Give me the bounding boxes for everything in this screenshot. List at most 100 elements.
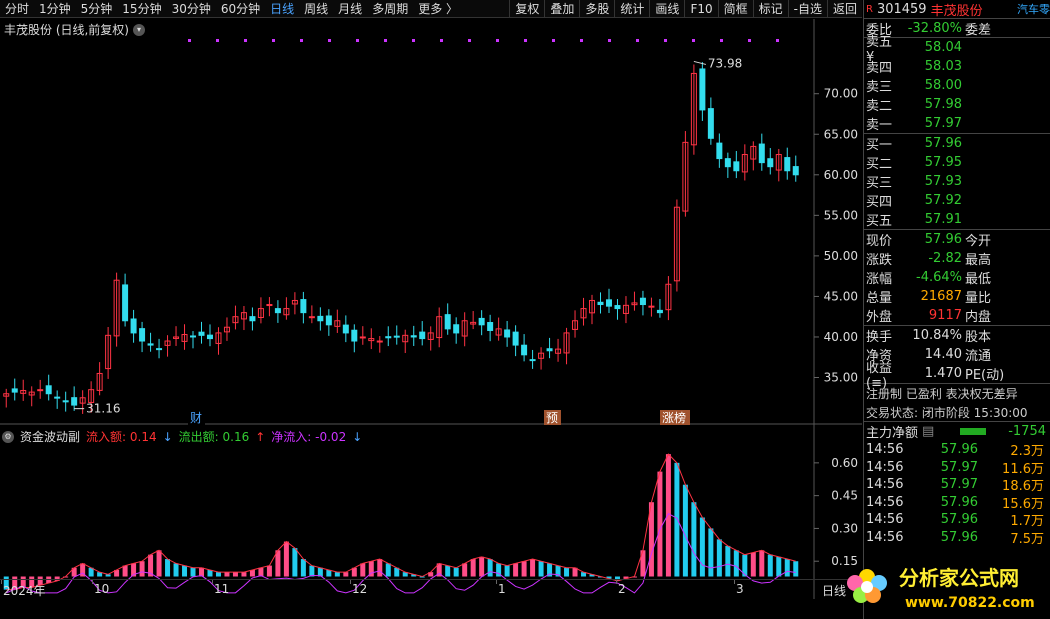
x-tick [350,580,351,584]
tick-row: 14:56 57.96 1.7万 [864,511,1050,529]
flow-bar [513,563,519,577]
flow-bar [292,548,298,577]
candle-body [529,359,536,362]
candle-body [376,340,383,343]
period-tab[interactable]: 60分钟 [216,0,265,18]
flow-bar [750,552,756,577]
candle-body [190,335,197,338]
high-pointer [693,60,707,65]
period-tab[interactable]: 15分钟 [117,0,166,18]
tick-price: 57.96 [940,442,978,458]
flow-bar [538,561,544,577]
period-tab[interactable]: 分时 [0,0,34,18]
tool-button[interactable]: 叠加 [544,0,579,18]
period-tab[interactable]: 月线 [333,0,367,18]
tool-button[interactable]: 返回 [826,0,862,18]
high-label: 73.98 [708,56,742,70]
tool-button[interactable]: 复权 [509,0,544,18]
flow-bar [326,569,332,577]
candle-body [521,344,528,356]
tick-list: 14:56 57.96 2.3万 14:56 57.97 11.6万 14:56 57.97 1… [864,441,1050,547]
stat-row-label: 换手 [866,330,893,345]
event-marker[interactable]: 预 [544,410,561,425]
list-icon[interactable]: ▤ [922,424,934,439]
candle-body [767,158,774,168]
stat-row-label: 现价 [866,234,893,249]
candlestick-chart[interactable]: 70.00 65.00 60.00 55.00 50.00 45.00 40.00 35.00… [0,19,862,619]
flow-bar [377,559,383,577]
candle-body [648,305,655,308]
flow-bar [776,556,782,577]
x-axis-label: 12 [352,582,368,596]
tick-volume: 18.6万 [1002,479,1044,495]
low-label: 31.16 [86,402,120,416]
sell-level-value: 58.04 [924,40,962,55]
tool-button[interactable]: 画线 [649,0,684,18]
signal-dot [524,39,527,42]
x-tick [1,580,2,584]
buy-level: 买三 57.93 [864,172,1050,191]
signal-dot [496,39,499,42]
flow-bar [173,563,179,577]
stat-row: 总量 21687 量比 [864,287,1050,306]
tool-button[interactable]: 统计 [614,0,649,18]
period-tab[interactable]: 多周期 [367,0,413,18]
tick-time: 14:56 [866,477,904,493]
settings-icon[interactable]: ⚙ [2,430,14,443]
flow-bar [504,565,510,577]
stock-name: 丰茂股份 [930,3,983,19]
flow-bar [139,561,145,577]
tick-row: 14:56 57.96 2.3万 [864,441,1050,459]
candle-body [707,108,714,139]
period-tab[interactable]: 更多 〉 [413,0,463,18]
weicha-label: 委差 [965,22,992,38]
logo-url: www.70822.com [905,595,1035,611]
signal-dot [580,39,583,42]
candle-body [605,299,612,307]
buy-level-value: 57.91 [924,212,962,227]
candle-body [249,316,256,322]
tool-button[interactable]: 多股 [579,0,614,18]
candle-body [614,305,621,310]
x-axis-label: 10 [94,582,110,596]
stat-row-value: -4.64% [916,270,962,285]
flow-bar [360,563,366,577]
period-tab[interactable]: 周线 [299,0,333,18]
flow-bar [385,563,391,577]
period-tab[interactable]: 30分钟 [167,0,216,18]
candle-body [487,322,494,331]
buy-level: 买四 57.92 [864,191,1050,210]
signal-dot [692,39,695,42]
period-tab[interactable]: 1分钟 [34,0,76,18]
arrow-down-icon: ↓ [162,429,173,444]
event-marker[interactable]: 财 [188,410,205,425]
industry-link[interactable]: 汽车零 [1017,1,1050,17]
y-tick-label: 55.00 [824,208,858,222]
buy-level-value: 57.93 [924,174,962,189]
period-tab[interactable]: 日线 [265,0,299,18]
tool-button[interactable]: -自选 [787,0,827,18]
flower-icon [847,569,887,603]
candle-body [724,158,731,168]
logo: 分析家公式网 www.70822.com [847,566,1035,611]
signal-dot [384,39,387,42]
candle-body [716,142,723,160]
flow-bar [182,565,188,577]
tool-button[interactable]: F10 [684,0,717,18]
flow-bar [716,539,722,577]
x-axis-label: 2024年 [3,584,46,598]
sell-level: 卖三 58.00 [864,76,1050,95]
tick-time: 14:56 [866,442,904,458]
sell-level-label: 卖一 [866,118,893,133]
flow-bar [665,454,671,577]
event-marker[interactable]: 涨榜 [660,410,690,425]
tool-button[interactable]: 简框 [717,0,753,18]
period-tab[interactable]: 5分钟 [76,0,118,18]
tool-button[interactable]: 标记 [752,0,788,18]
marker-label: 财 [190,411,202,425]
sell-levels: 卖五 ¥58.04 卖四 58.03 卖三 58.00 卖二 57.98 卖一 57.97 [864,35,1050,134]
stat-row-value: 21687 [920,289,962,304]
flow-bar [960,428,987,435]
stat-row-label2: 量比 [965,291,992,306]
y-tick-label: 60.00 [824,168,858,182]
